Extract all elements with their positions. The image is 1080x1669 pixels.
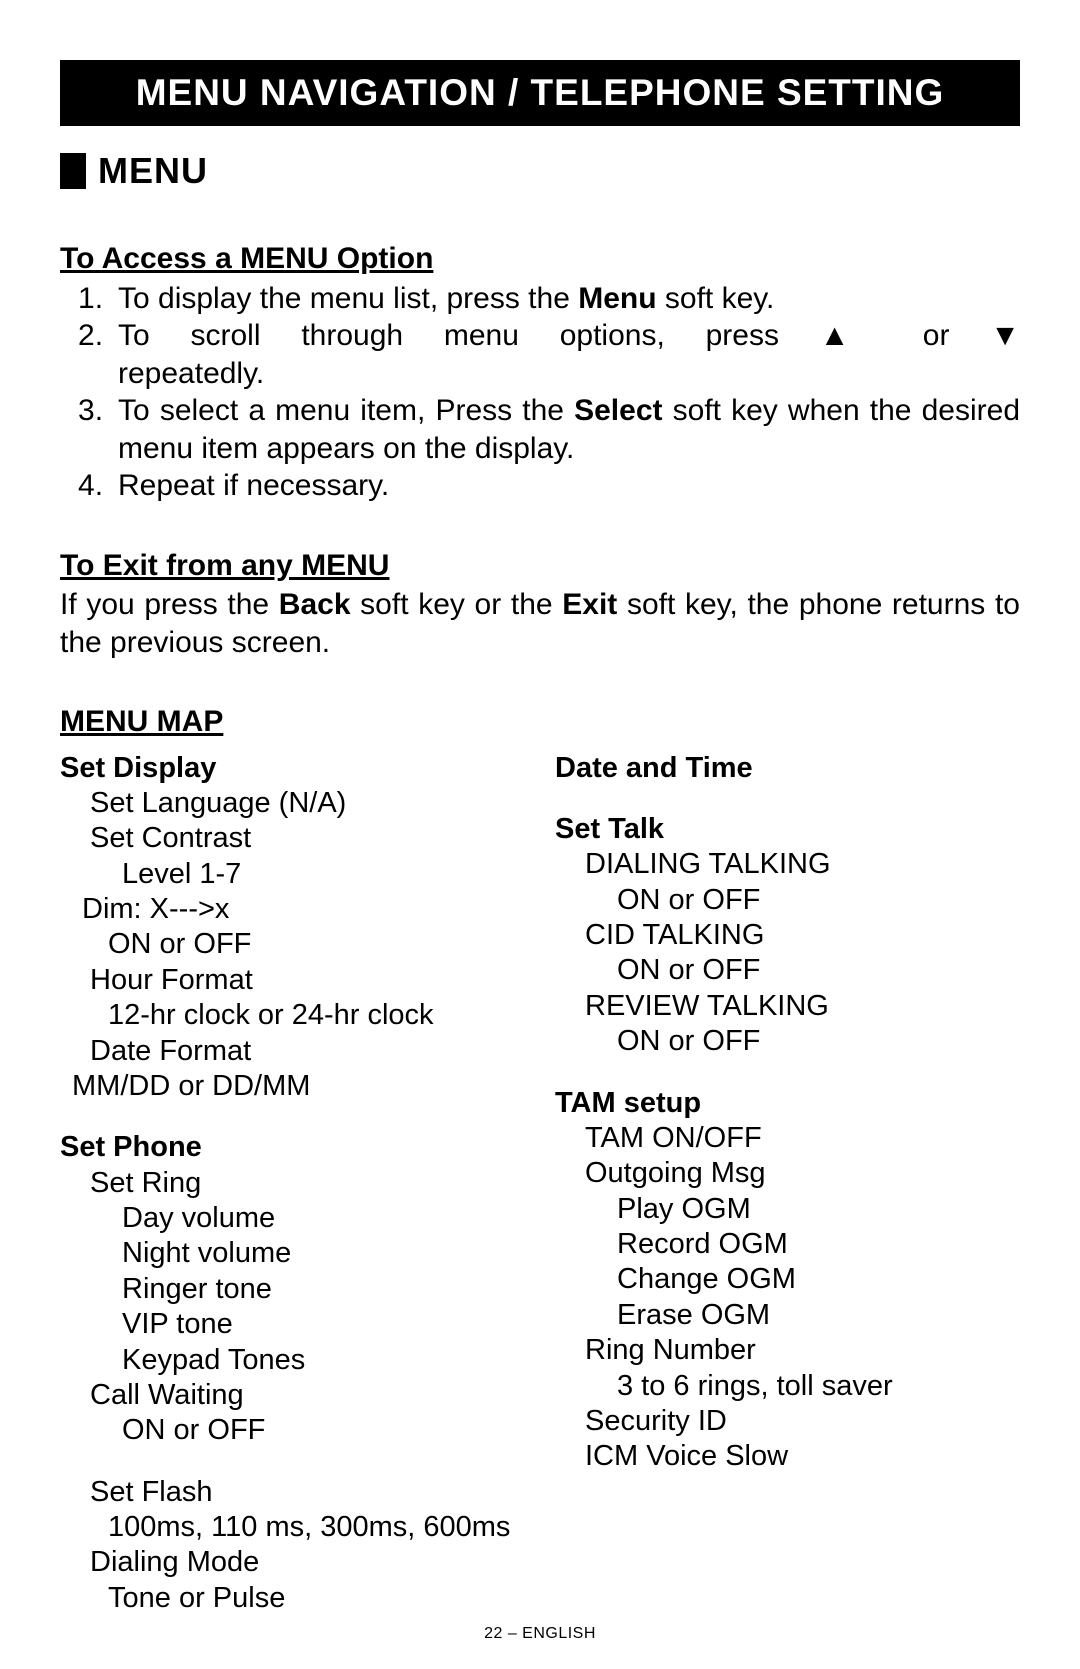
tam-onoff: TAM ON/OFF bbox=[555, 1121, 1020, 1156]
menu-key: Menu bbox=[578, 282, 656, 315]
down-arrow-icon: ▼ bbox=[990, 319, 1020, 352]
outgoing-msg: Outgoing Msg bbox=[555, 1156, 1020, 1191]
dialing-talking: DIALING TALKING bbox=[555, 847, 1020, 882]
cid-onoff: ON or OFF bbox=[555, 953, 1020, 988]
select-key: Select bbox=[574, 394, 662, 427]
set-language: Set Language (N/A) bbox=[60, 786, 525, 821]
step-4: Repeat if necessary. bbox=[118, 467, 1020, 505]
ring-opt: 3 to 6 rings, toll saver bbox=[555, 1369, 1020, 1404]
set-talk-head: Set Talk bbox=[555, 812, 1020, 847]
record-ogm: Record OGM bbox=[555, 1227, 1020, 1262]
col-left: Set Display Set Language (N/A) Set Contr… bbox=[60, 751, 525, 1617]
date-opt: MM/DD or DD/MM bbox=[60, 1069, 525, 1104]
ring-number: Ring Number bbox=[555, 1333, 1020, 1368]
col-right: Date and Time Set Talk DIALING TALKING O… bbox=[555, 751, 1020, 1617]
rev-onoff: ON or OFF bbox=[555, 1024, 1020, 1059]
erase-ogm: Erase OGM bbox=[555, 1298, 1020, 1333]
text: To display the menu list, press the bbox=[118, 282, 578, 315]
change-ogm: Change OGM bbox=[555, 1262, 1020, 1297]
hour-opt: 12-hr clock or 24-hr clock bbox=[60, 998, 525, 1033]
access-heading: To Access a MENU Option bbox=[60, 240, 1020, 278]
text: To scroll through menu options, press bbox=[118, 319, 820, 352]
ringer-tone: Ringer tone bbox=[60, 1272, 525, 1307]
security-id: Security ID bbox=[555, 1404, 1020, 1439]
menu-map-block: MENU MAP Set Display Set Language (N/A) … bbox=[60, 703, 1020, 1616]
tam-head: TAM setup bbox=[555, 1086, 1020, 1121]
day-volume: Day volume bbox=[60, 1201, 525, 1236]
dialing-mode: Dialing Mode bbox=[60, 1545, 525, 1580]
date-time-head: Date and Time bbox=[555, 751, 1020, 786]
hour-format: Hour Format bbox=[60, 963, 525, 998]
call-waiting: Call Waiting bbox=[60, 1378, 525, 1413]
bullet-block-icon bbox=[60, 153, 86, 189]
set-ring: Set Ring bbox=[60, 1166, 525, 1201]
cw-onoff: ON or OFF bbox=[60, 1413, 525, 1448]
night-volume: Night volume bbox=[60, 1236, 525, 1271]
set-contrast: Set Contrast bbox=[60, 821, 525, 856]
text: To select a menu item, Press the bbox=[118, 394, 574, 427]
exit-block: To Exit from any MENU If you press the B… bbox=[60, 547, 1020, 662]
text: or bbox=[882, 319, 990, 352]
step-2-line-2: repeatedly. bbox=[118, 355, 1020, 393]
dial-opt: Tone or Pulse bbox=[60, 1581, 525, 1616]
section-header: MENU bbox=[60, 150, 1020, 192]
text: If you press the bbox=[60, 588, 279, 621]
step-2: To scroll through menu options, press ▲ … bbox=[118, 317, 1020, 392]
up-arrow-icon: ▲ bbox=[820, 319, 882, 352]
text: soft key. bbox=[657, 282, 775, 315]
vip-tone: VIP tone bbox=[60, 1307, 525, 1342]
exit-heading: To Exit from any MENU bbox=[60, 547, 1020, 585]
dim: Dim: X--->x bbox=[60, 892, 525, 927]
step-3: To select a menu item, Press the Select … bbox=[118, 392, 1020, 467]
keypad-tones: Keypad Tones bbox=[60, 1343, 525, 1378]
dt-onoff: ON or OFF bbox=[555, 883, 1020, 918]
dim-onoff: ON or OFF bbox=[60, 927, 525, 962]
flash-opt: 100ms, 110 ms, 300ms, 600ms bbox=[60, 1510, 525, 1545]
access-block: To Access a MENU Option To display the m… bbox=[60, 240, 1020, 505]
cid-talking: CID TALKING bbox=[555, 918, 1020, 953]
set-flash: Set Flash bbox=[60, 1475, 525, 1510]
set-display-head: Set Display bbox=[60, 751, 525, 786]
exit-paragraph: If you press the Back soft key or the Ex… bbox=[60, 586, 1020, 661]
date-format: Date Format bbox=[60, 1034, 525, 1069]
step-2-line-1: To scroll through menu options, press ▲ … bbox=[118, 317, 1020, 355]
step-1: To display the menu list, press the Menu… bbox=[118, 280, 1020, 318]
text: soft key or the bbox=[351, 588, 563, 621]
menu-map-heading: MENU MAP bbox=[60, 703, 1020, 741]
section-title: MENU bbox=[98, 150, 208, 192]
icm-voice-slow: ICM Voice Slow bbox=[555, 1439, 1020, 1474]
menu-map-columns: Set Display Set Language (N/A) Set Contr… bbox=[60, 751, 1020, 1617]
set-phone-head: Set Phone bbox=[60, 1130, 525, 1165]
page-footer: 22 – ENGLISH bbox=[0, 1625, 1080, 1643]
back-key: Back bbox=[279, 588, 351, 621]
page-banner: MENU NAVIGATION / TELEPHONE SETTING bbox=[60, 60, 1020, 126]
access-steps: To display the menu list, press the Menu… bbox=[60, 280, 1020, 505]
contrast-level: Level 1-7 bbox=[60, 857, 525, 892]
exit-key: Exit bbox=[562, 588, 617, 621]
play-ogm: Play OGM bbox=[555, 1192, 1020, 1227]
review-talking: REVIEW TALKING bbox=[555, 989, 1020, 1024]
